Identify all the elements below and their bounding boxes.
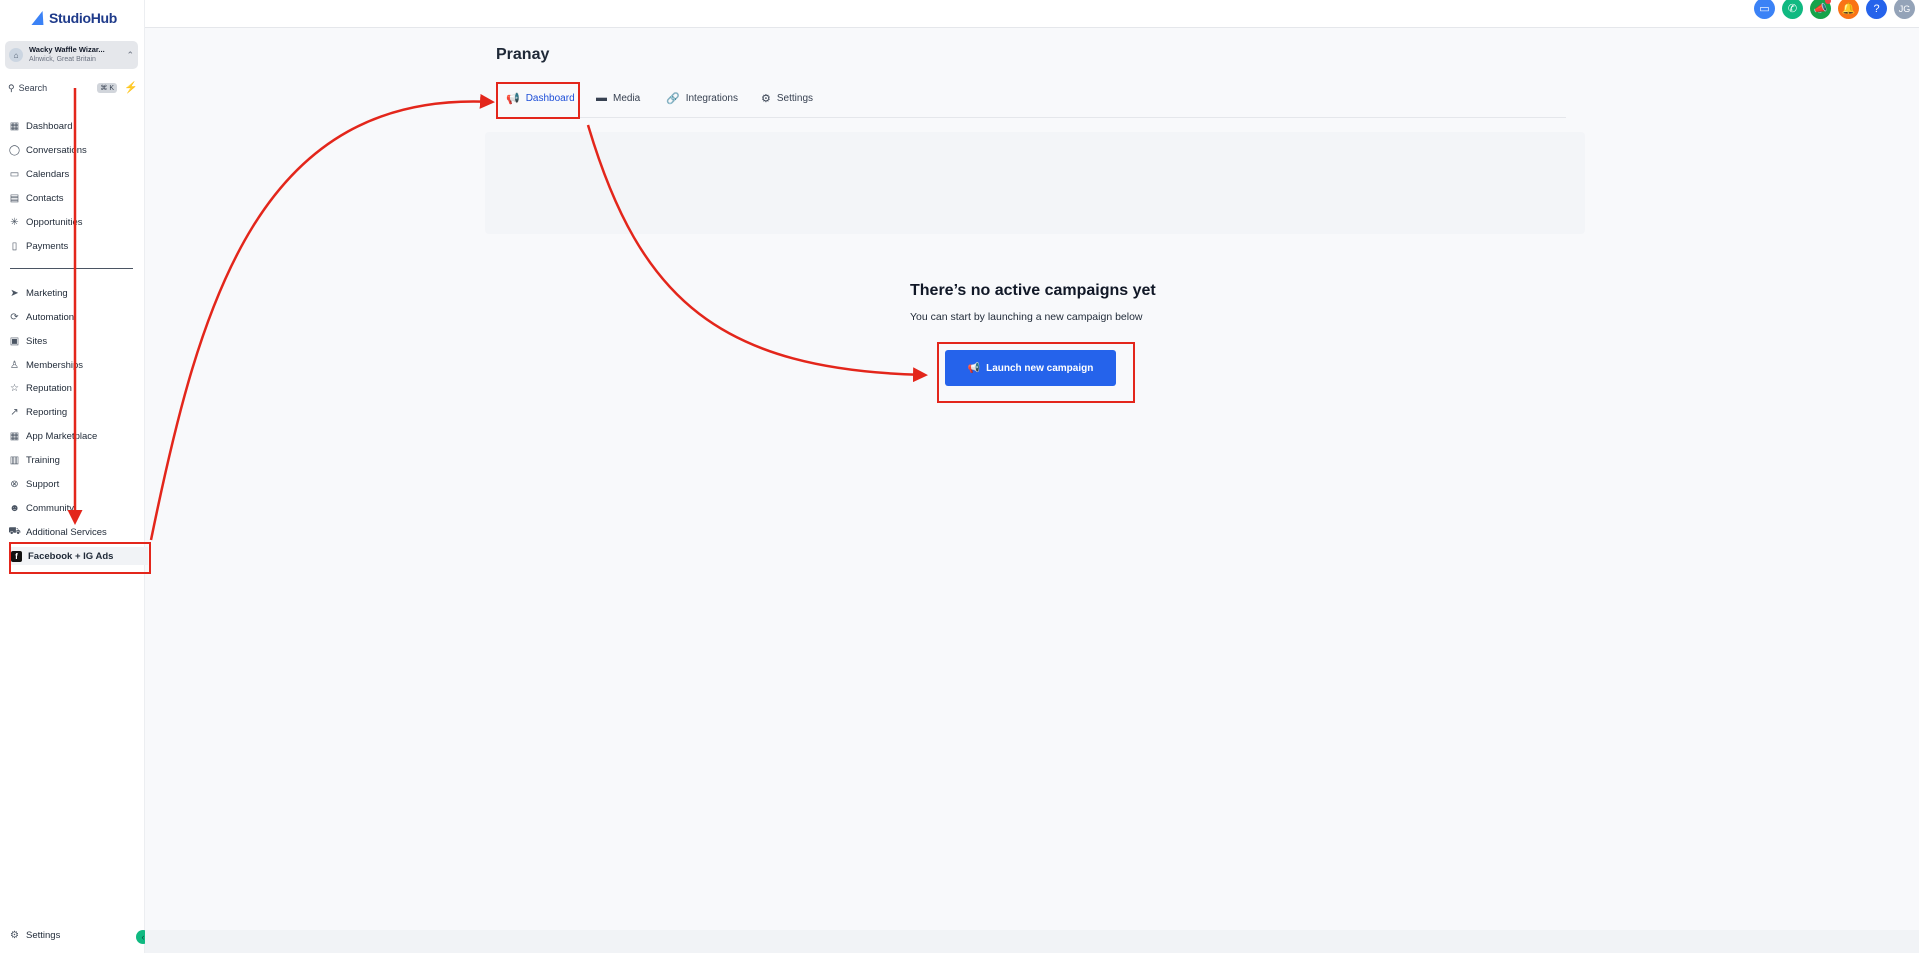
phone-button[interactable]: ✆	[1782, 0, 1803, 19]
annotation-box-launch-button	[937, 342, 1135, 403]
star-icon: ☆	[10, 382, 19, 394]
bolt-logo-icon	[31, 11, 49, 25]
sidebar-item-settings[interactable]: ⚙ Settings	[9, 926, 60, 944]
sidebar-item-conversations[interactable]: ◯ Conversations	[9, 141, 87, 159]
trend-icon: ↗	[10, 406, 19, 418]
sidebar-item-memberships[interactable]: ♙ Memberships	[9, 356, 83, 374]
sidebar-item-automation[interactable]: ⟳ Automation	[9, 308, 74, 326]
chat-widget-button[interactable]: ▭	[1754, 0, 1775, 19]
sidebar-item-reporting[interactable]: ↗ Reporting	[9, 403, 67, 421]
notifications-button[interactable]: 🔔	[1838, 0, 1859, 19]
gear-icon: ⚙	[10, 929, 19, 941]
opportunities-icon: ✳	[10, 216, 19, 228]
top-bar: ▭ ✆ 📣 🔔 ? JG	[145, 0, 1919, 28]
contacts-icon: ▤	[9, 192, 20, 204]
footer-strip	[145, 930, 1919, 953]
apps-icon: ▦	[9, 430, 20, 442]
payments-icon: ▯	[11, 240, 18, 252]
phone-icon: ✆	[1787, 3, 1798, 15]
sidebar-item-training[interactable]: ▥ Training	[9, 451, 60, 469]
sidebar-item-support[interactable]: ⊗ Support	[9, 475, 59, 493]
sites-icon: ▣	[9, 335, 20, 347]
page-title: Pranay	[496, 46, 550, 63]
tab-settings[interactable]: ⚙ Settings	[761, 92, 813, 105]
tab-integrations[interactable]: 🔗 Integrations	[666, 92, 738, 105]
empty-state-title: There’s no active campaigns yet	[910, 282, 1156, 299]
avatar-initials: JG	[1898, 3, 1911, 14]
sidebar-item-community[interactable]: ☻ Community	[9, 499, 74, 517]
user-avatar[interactable]: JG	[1894, 0, 1915, 19]
annotation-box-dashboard-tab	[496, 82, 580, 119]
sidebar-item-sites[interactable]: ▣ Sites	[9, 332, 47, 350]
automation-icon: ⟳	[10, 311, 19, 323]
sidebar-item-marketing[interactable]: ➤ Marketing	[9, 284, 67, 302]
search-label: Search	[18, 83, 48, 93]
brand-name: StudioHub	[49, 10, 118, 26]
sidebar-item-calendars[interactable]: ▭ Calendars	[9, 165, 70, 183]
account-location: Alnwick, Great Britain	[29, 56, 96, 63]
empty-state-subtitle: You can start by launching a new campaig…	[910, 311, 1143, 323]
calendar-icon: ▭	[9, 168, 20, 180]
send-icon: ➤	[10, 287, 19, 299]
memberships-icon: ♙	[10, 359, 19, 371]
tab-bar: 📢 Dashboard ▬ Media 🔗 Integrations ⚙ Setting…	[496, 86, 1566, 118]
stats-panel	[485, 132, 1585, 234]
sidebar-item-app-marketplace[interactable]: ▦ App Marketplace	[9, 427, 98, 445]
book-icon: ▥	[9, 454, 20, 466]
tab-media[interactable]: ▬ Media	[596, 92, 640, 104]
announcements-button[interactable]: 📣	[1810, 0, 1831, 19]
arrow-facebook-ads-to-dashboard-tab	[149, 93, 495, 541]
sidebar-item-contacts[interactable]: ▤ Contacts	[9, 189, 64, 207]
folder-icon: ▬	[596, 92, 607, 104]
message-icon: ▭	[1759, 3, 1770, 15]
sidebar-divider	[10, 268, 133, 269]
annotation-box-facebook-ads	[9, 542, 151, 574]
notification-dot	[1825, 0, 1831, 4]
lightning-icon[interactable]: ⚡	[124, 81, 138, 94]
search-icon: ⚲	[8, 82, 15, 93]
help-button[interactable]: ?	[1866, 0, 1887, 19]
link-icon: 🔗	[666, 93, 680, 105]
gear-icon: ⚙	[761, 93, 771, 105]
lifebuoy-icon: ⊗	[10, 478, 19, 490]
account-name: Wacky Waffle Wizar...	[29, 45, 105, 54]
sidebar-item-dashboard[interactable]: ▦ Dashboard	[9, 117, 73, 135]
location-icon: ⌂	[9, 48, 23, 62]
sidebar-item-payments[interactable]: ▯ Payments	[9, 237, 69, 255]
account-switcher[interactable]: ⌂ Wacky Waffle Wizar... Alnwick, Great B…	[5, 41, 138, 69]
bell-icon: 🔔	[1841, 3, 1856, 15]
people-icon: ☻	[9, 502, 20, 514]
help-icon: ?	[1873, 2, 1880, 15]
sidebar-item-reputation[interactable]: ☆ Reputation	[9, 379, 72, 397]
search-shortcut: ⌘ K	[97, 83, 117, 93]
studiohub-logo[interactable]: StudioHub	[31, 8, 118, 28]
megaphone-icon: 📣	[1813, 3, 1828, 15]
sidebar-item-opportunities[interactable]: ✳ Opportunities	[9, 213, 82, 231]
sidebar: StudioHub ⌂ Wacky Waffle Wizar... Alnwic…	[0, 0, 148, 953]
search-bar[interactable]: ⚲ Search ⌘ K	[5, 80, 117, 96]
cart-icon: ⛟	[8, 525, 21, 537]
chat-icon: ◯	[8, 144, 21, 156]
chevron-updown-icon: ⌃	[126, 49, 134, 60]
grid-icon: ▦	[9, 120, 20, 132]
sidebar-item-additional-services[interactable]: ⛟ Additional Services	[8, 523, 107, 541]
